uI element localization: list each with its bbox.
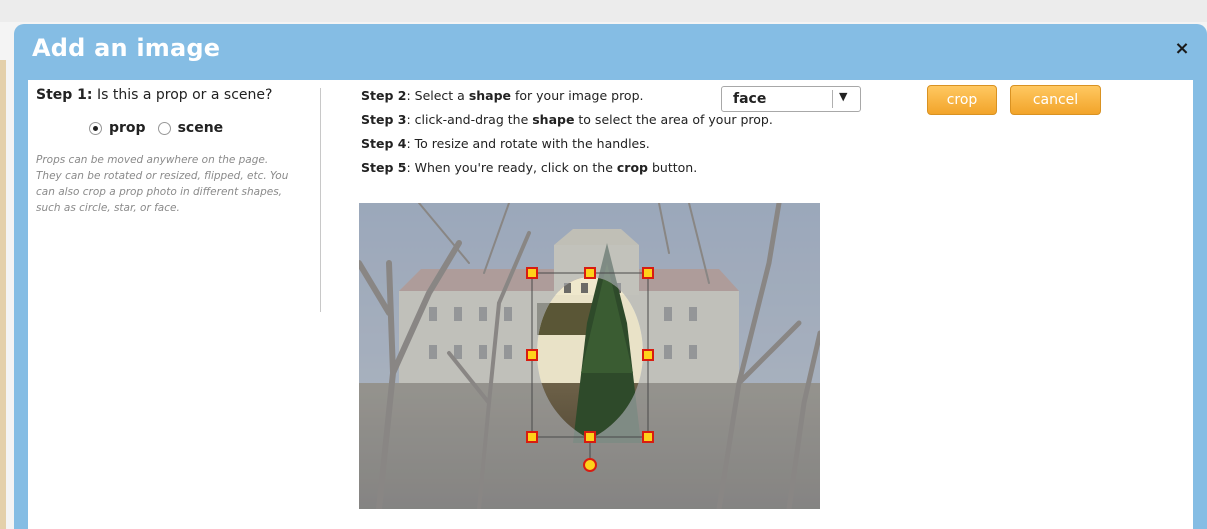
step2-pre: : Select a [406,88,469,103]
radio-option-scene[interactable]: scene [157,120,224,136]
step2-post: for your image prop. [511,88,644,103]
transform-handles [526,267,654,472]
page-edge-left [0,60,6,529]
step4-pre: : To resize and rotate with the handles. [406,136,650,151]
step5-post: button. [648,160,698,175]
step1-label: Step 1: [36,87,93,103]
step2-line: Step 2: Select a shape for your image pr… [361,88,773,112]
step1-text: Step 1: Is this a prop or a scene? [36,86,296,105]
step3-label: Step 3 [361,112,407,127]
radio-scene-label[interactable]: scene [178,120,224,136]
shape-select-value: face [733,91,767,107]
steps-list: Step 2: Select a shape for your image pr… [361,88,773,184]
page-background [0,0,1207,22]
dialog-body: Step 1: Is this a prop or a scene? prop … [28,80,1193,529]
crop-button[interactable]: crop [927,85,997,115]
resize-handle-icon[interactable] [526,431,538,443]
resize-handle-icon[interactable] [642,349,654,361]
step4-label: Step 4 [361,136,407,151]
chevron-down-icon[interactable]: ▼ [839,90,847,103]
add-image-dialog: Add an image × Step 1: Is this a prop or… [14,24,1207,529]
shape-select[interactable]: face ▼ [721,86,861,112]
step3-bold: shape [532,112,575,127]
dialog-title: Add an image [32,34,221,62]
step1-question: Is this a prop or a scene? [96,87,273,103]
radio-scene[interactable] [157,121,171,135]
resize-handle-icon[interactable] [584,267,596,279]
radio-prop[interactable] [89,121,102,135]
step5-bold: crop [616,160,648,175]
step4-line: Step 4: To resize and rotate with the ha… [361,136,773,160]
prop-scene-radio-group: prop scene [89,120,296,136]
column-divider [320,88,321,312]
step5-pre: : When you're ready, click on the [406,160,617,175]
step3-post: to select the area of your prop. [574,112,773,127]
cancel-button[interactable]: cancel [1010,85,1101,115]
step3-pre: : click-and-drag the [406,112,533,127]
step2-bold: shape [468,88,512,103]
resize-handle-icon[interactable] [526,349,538,361]
resize-handle-icon[interactable] [526,267,538,279]
radio-prop-label[interactable]: prop [109,120,146,136]
resize-handle-icon[interactable] [584,431,596,443]
radio-selected-dot [93,125,98,131]
step5-label: Step 5 [361,160,407,175]
close-icon[interactable]: × [1171,38,1193,60]
selection-box [531,272,649,438]
prop-help-note: Props can be moved anywhere on the page.… [36,154,289,214]
resize-handle-icon[interactable] [642,267,654,279]
step2-label: Step 2 [361,88,407,103]
step5-line: Step 5: When you're ready, click on the … [361,160,773,184]
step1-panel: Step 1: Is this a prop or a scene? prop … [36,86,296,216]
select-separator [832,90,833,108]
rotate-handle-icon[interactable] [583,458,597,472]
radio-option-prop[interactable]: prop [89,120,146,136]
resize-handle-icon[interactable] [642,431,654,443]
step3-line: Step 3: click-and-drag the shape to sele… [361,112,773,136]
